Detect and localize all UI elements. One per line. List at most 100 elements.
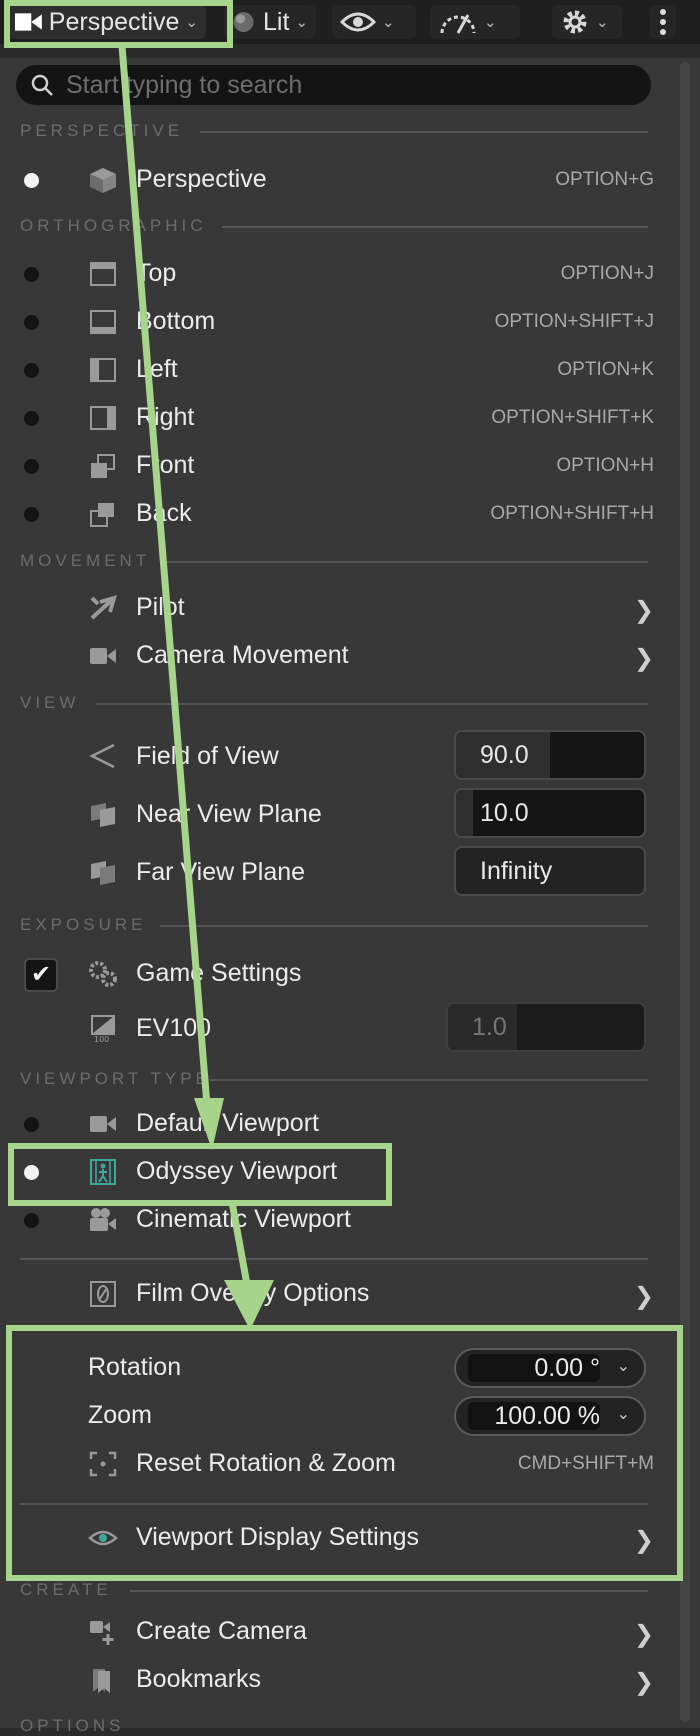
radio-indicator — [24, 411, 39, 426]
near-plane-icon — [91, 803, 115, 827]
eye-icon — [340, 12, 376, 32]
menu-item-label: Create Camera — [136, 1617, 307, 1645]
section-movement: MOVEMENT — [20, 551, 151, 570]
chevron-down-icon: ⌄ — [382, 14, 395, 31]
section-orthographic: ORTHOGRAPHIC — [20, 216, 207, 235]
ev100-value: 1.0 — [472, 1012, 507, 1041]
highlight-box-perspective — [4, 0, 233, 48]
section-exposure: EXPOSURE — [20, 915, 147, 934]
video-camera-icon — [90, 1116, 116, 1132]
game-settings-checkbox[interactable]: ✔ — [24, 958, 58, 992]
menu-item-game-settings[interactable]: ✔ Game Settings — [0, 954, 700, 994]
section-divider — [130, 1590, 648, 1592]
menu-item-label: Pilot — [136, 593, 185, 621]
section-divider — [96, 703, 648, 705]
gamepad-gears-icon — [89, 961, 117, 987]
menu-item-label: Camera Movement — [136, 641, 349, 669]
shortcut-label: OPTION+SHIFT+H — [490, 503, 654, 524]
search-icon — [31, 74, 53, 96]
gear-icon — [563, 10, 587, 34]
svg-text:100: 100 — [94, 1035, 109, 1042]
radio-indicator — [24, 459, 39, 474]
menu-item-create-camera[interactable]: Create Camera ❯ — [0, 1612, 700, 1652]
view-back-icon — [90, 503, 114, 527]
chevron-down-icon: ⌄ — [484, 14, 497, 31]
pilot-plane-icon — [90, 595, 117, 620]
section-divider — [222, 226, 648, 228]
menu-item-label: Far View Plane — [136, 858, 306, 886]
menu-item-label: Film Overlay Options — [136, 1279, 370, 1307]
menu-item-label: Near View Plane — [136, 800, 322, 828]
section-divider — [210, 1079, 648, 1081]
menu-item-right[interactable]: Right OPTION+SHIFT+K — [0, 398, 700, 438]
menu-item-camera-movement[interactable]: Camera Movement ❯ — [0, 636, 700, 676]
search-input[interactable]: Start typing to search — [16, 65, 651, 105]
menu-item-label: Right — [136, 403, 195, 431]
menu-item-pilot[interactable]: Pilot ❯ — [0, 588, 700, 628]
video-camera-icon — [90, 648, 116, 664]
performance-dropdown[interactable]: ⌄ — [430, 5, 520, 39]
menu-item-label: Top — [136, 259, 177, 287]
field-of-view-input[interactable]: 90.0 — [454, 730, 646, 780]
menu-item-top[interactable]: Top OPTION+J — [0, 254, 700, 294]
field-of-view-value: 90.0 — [480, 740, 529, 769]
menu-item-default-viewport[interactable]: Default Viewport — [0, 1104, 700, 1144]
section-options: OPTIONS — [20, 1716, 125, 1735]
menu-item-label: Bookmarks — [136, 1665, 262, 1693]
section-viewport-type: VIEWPORT TYPE — [20, 1069, 211, 1088]
menu-item-back[interactable]: Back OPTION+SHIFT+H — [0, 494, 700, 534]
chevron-right-icon: ❯ — [633, 597, 654, 624]
menu-item-film-overlay-options[interactable]: Film Overlay Options ❯ — [0, 1274, 700, 1314]
shortcut-label: OPTION+SHIFT+K — [491, 407, 654, 428]
show-dropdown[interactable]: ⌄ — [332, 5, 416, 39]
view-bottom-icon — [90, 310, 116, 334]
view-left-icon — [90, 358, 116, 382]
shortcut-label: OPTION+K — [557, 359, 654, 380]
lit-dropdown[interactable]: Lit ⌄ — [224, 5, 316, 39]
near-view-plane-input[interactable]: 10.0 — [454, 788, 646, 838]
chevron-right-icon: ❯ — [633, 645, 654, 672]
menu-item-cinematic-viewport[interactable]: Cinematic Viewport — [0, 1200, 700, 1240]
section-create: CREATE — [20, 1580, 112, 1599]
menu-item-label: Default Viewport — [136, 1109, 319, 1137]
section-perspective: PERSPECTIVE — [20, 121, 184, 140]
highlight-box-rotation-zoom — [6, 1325, 683, 1581]
shortcut-label: OPTION+SHIFT+J — [494, 311, 654, 332]
chevron-down-icon: ⌄ — [295, 14, 308, 31]
view-top-icon — [90, 262, 116, 286]
shortcut-label: OPTION+G — [555, 169, 654, 190]
radio-indicator — [24, 173, 39, 188]
section-divider — [160, 561, 648, 563]
menu-item-left[interactable]: Left OPTION+K — [0, 350, 700, 390]
more-options-button[interactable] — [650, 5, 676, 39]
chevron-right-icon: ❯ — [633, 1621, 654, 1648]
viewport-options-page: Perspective ⌄ Lit ⌄ ⌄ ⌄ ⌄ Start typing t… — [0, 0, 700, 1735]
lit-dropdown-label: Lit — [263, 7, 290, 36]
menu-item-perspective[interactable]: Perspective OPTION+G — [0, 160, 700, 200]
menu-divider — [20, 1258, 648, 1260]
menu-item-label: Game Settings — [136, 959, 302, 987]
menu-item-front[interactable]: Front OPTION+H — [0, 446, 700, 486]
lit-sphere-icon — [233, 12, 254, 32]
add-camera-icon — [90, 1621, 114, 1645]
menu-item-label: EV100 — [136, 1014, 212, 1042]
radio-indicator — [24, 507, 39, 522]
menu-item-bottom[interactable]: Bottom OPTION+SHIFT+J — [0, 302, 700, 342]
view-right-icon — [90, 406, 116, 430]
settings-dropdown[interactable]: ⌄ — [552, 5, 622, 39]
vertical-dots-icon — [660, 9, 666, 35]
exposure-icon: 100 — [91, 1015, 115, 1042]
section-divider — [200, 131, 648, 133]
radio-indicator — [24, 363, 39, 378]
search-placeholder: Start typing to search — [66, 70, 303, 99]
section-divider — [160, 925, 648, 927]
cube-icon — [90, 168, 116, 193]
far-view-plane-input[interactable]: Infinity — [454, 846, 646, 896]
chevron-down-icon: ⌄ — [596, 14, 609, 31]
shortcut-label: OPTION+H — [556, 455, 654, 476]
ev100-input[interactable]: 1.0 — [446, 1002, 646, 1052]
bookmark-icon — [93, 1669, 110, 1693]
field-of-view-icon — [89, 743, 115, 769]
menu-item-bookmarks[interactable]: Bookmarks ❯ — [0, 1660, 700, 1700]
radio-indicator — [24, 1117, 39, 1132]
